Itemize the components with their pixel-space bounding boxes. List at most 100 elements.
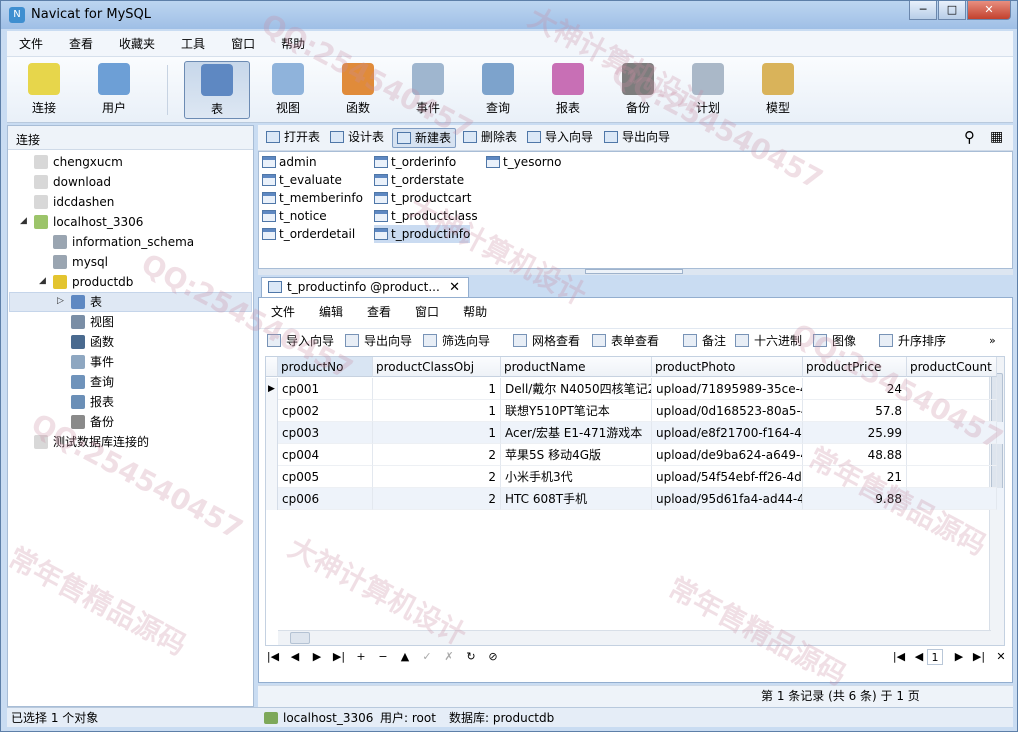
toolbar-user-button[interactable]: 用户 bbox=[81, 61, 147, 119]
toolbar-function-button[interactable]: 函数 bbox=[325, 61, 391, 119]
tab-close-icon[interactable]: ✕ bbox=[449, 278, 460, 297]
table-item[interactable]: t_orderinfo bbox=[374, 153, 456, 171]
import-wizard-button[interactable]: 导入向导 bbox=[523, 128, 597, 148]
nav-prev-icon[interactable]: ◀ bbox=[287, 649, 303, 665]
grid-cell[interactable]: 联想Y510PT笔记本 bbox=[501, 400, 652, 422]
table-item[interactable]: t_notice bbox=[262, 207, 327, 225]
row-indicator[interactable] bbox=[266, 400, 278, 422]
tree-item[interactable]: information_schema bbox=[53, 232, 194, 252]
new-table-button[interactable]: 新建表 bbox=[392, 128, 457, 148]
toolbar-model-button[interactable]: 模型 bbox=[745, 61, 811, 119]
toolbar-event-button[interactable]: 事件 bbox=[395, 61, 461, 119]
col-productclassobj-header[interactable]: productClassObj bbox=[373, 357, 501, 377]
horizontal-scrollbar[interactable] bbox=[278, 630, 991, 645]
nav-last-icon[interactable]: ▶| bbox=[331, 649, 347, 665]
nav-first-icon[interactable]: |◀ bbox=[265, 649, 281, 665]
grid-cell[interactable]: 小米手机3代 bbox=[501, 466, 652, 488]
grid-cell[interactable]: cp004 bbox=[278, 444, 373, 466]
tree-item[interactable]: 备份 bbox=[71, 412, 114, 432]
grid-cell[interactable]: cp005 bbox=[278, 466, 373, 488]
toolbar-overflow-icon[interactable]: » bbox=[989, 332, 996, 350]
grid-cell[interactable]: 1 bbox=[373, 400, 501, 422]
tree-item[interactable]: idcdashen bbox=[34, 192, 114, 212]
nav-prev-page-icon[interactable]: ◀ bbox=[911, 649, 927, 665]
tree-item[interactable]: 函数 bbox=[71, 332, 114, 352]
grid-cell[interactable]: 24 bbox=[803, 378, 907, 400]
grid-cell[interactable]: 苹果5S 移动4G版 bbox=[501, 444, 652, 466]
grid-cell[interactable]: upload/71895989-35ce-4 bbox=[652, 378, 803, 400]
tree-item[interactable]: productdb bbox=[53, 272, 133, 292]
grid-cell[interactable]: 9.88 bbox=[803, 488, 907, 510]
grid-cell[interactable]: cp003 bbox=[278, 422, 373, 444]
grid-cell[interactable]: 21 bbox=[803, 466, 907, 488]
menu-file[interactable]: 文件 bbox=[13, 33, 49, 54]
table-item[interactable]: t_evaluate bbox=[262, 171, 342, 189]
table-item[interactable]: t_yesorno bbox=[486, 153, 561, 171]
table-item[interactable]: t_productinfo bbox=[374, 225, 471, 243]
grid-cell[interactable] bbox=[907, 466, 997, 488]
col-productprice-header[interactable]: productPrice bbox=[803, 357, 907, 377]
tree-item[interactable]: 表 bbox=[71, 292, 102, 312]
filter-button[interactable]: 筛选向导 bbox=[423, 332, 490, 350]
sort-ascending-button[interactable]: 升序排序 bbox=[879, 332, 946, 350]
grid-cell[interactable]: upload/e8f21700-f164-4c bbox=[652, 422, 803, 444]
grid-cell[interactable]: HTC 608T手机 bbox=[501, 488, 652, 510]
toolbar-schedule-button[interactable]: 计划 bbox=[675, 61, 741, 119]
editor-menu-view[interactable]: 查看 bbox=[367, 303, 391, 320]
toolbar-backup-button[interactable]: 备份 bbox=[605, 61, 671, 119]
table-item[interactable]: t_memberinfo bbox=[262, 189, 363, 207]
tree-item[interactable]: 视图 bbox=[71, 312, 114, 332]
row-indicator[interactable] bbox=[266, 488, 278, 510]
maximize-button[interactable]: □ bbox=[938, 1, 966, 20]
nav-first-page-icon[interactable]: |◀ bbox=[889, 649, 909, 665]
tree-item[interactable]: 报表 bbox=[71, 392, 114, 412]
toolbar-view-button[interactable]: 视图 bbox=[255, 61, 321, 119]
grid-cell[interactable]: 25.99 bbox=[803, 422, 907, 444]
editor-menu-file[interactable]: 文件 bbox=[271, 303, 295, 320]
toolbar-query-button[interactable]: 查询 bbox=[465, 61, 531, 119]
toolbar-plug-button[interactable]: 连接 bbox=[11, 61, 77, 119]
add-record-icon[interactable]: + bbox=[353, 649, 369, 665]
page-number-field[interactable]: 1 bbox=[927, 649, 943, 665]
tree-item[interactable]: mysql bbox=[53, 252, 108, 272]
form-view-button[interactable]: 表单查看 bbox=[592, 332, 659, 350]
grid-cell[interactable] bbox=[907, 400, 997, 422]
table-item[interactable]: t_productcart bbox=[374, 189, 471, 207]
tab-productinfo[interactable]: t_productinfo @product... ✕ bbox=[261, 277, 469, 298]
export-button[interactable]: 导出向导 bbox=[345, 332, 412, 350]
col-productno-header[interactable]: productNo bbox=[278, 357, 373, 377]
table-item[interactable]: t_orderdetail bbox=[262, 225, 355, 243]
open-table-button[interactable]: 打开表 bbox=[262, 128, 324, 148]
row-indicator[interactable] bbox=[266, 422, 278, 444]
export-wizard-button[interactable]: 导出向导 bbox=[600, 128, 674, 148]
row-indicator[interactable] bbox=[266, 444, 278, 466]
tree-item[interactable]: download bbox=[34, 172, 111, 192]
table-item[interactable]: t_orderstate bbox=[374, 171, 464, 189]
menu-tools[interactable]: 工具 bbox=[175, 33, 211, 54]
horizontal-scroll-thumb[interactable] bbox=[290, 632, 310, 644]
menu-view[interactable]: 查看 bbox=[63, 33, 99, 54]
close-button[interactable]: ✕ bbox=[967, 1, 1011, 20]
move-up-icon[interactable]: ▲ bbox=[397, 649, 413, 665]
nav-next-icon[interactable]: ▶ bbox=[309, 649, 325, 665]
grid-cell[interactable]: Acer/宏基 E1-471游戏本 bbox=[501, 422, 652, 444]
memo-button[interactable]: 备注 bbox=[683, 332, 726, 350]
editor-menu-edit[interactable]: 编辑 bbox=[319, 303, 343, 320]
menu-favorites[interactable]: 收藏夹 bbox=[113, 33, 161, 54]
splitter-grip[interactable] bbox=[585, 269, 683, 274]
delete-table-button[interactable]: 删除表 bbox=[459, 128, 521, 148]
minimize-button[interactable]: ─ bbox=[909, 1, 937, 20]
grid-cell[interactable]: 48.88 bbox=[803, 444, 907, 466]
grid-cell[interactable] bbox=[907, 378, 997, 400]
grid-view-icon[interactable]: ▦ bbox=[986, 128, 1007, 148]
grid-cell[interactable]: 2 bbox=[373, 444, 501, 466]
current-row-arrow-icon[interactable]: ▶ bbox=[266, 378, 278, 400]
editor-menu-help[interactable]: 帮助 bbox=[463, 303, 487, 320]
grid-cell[interactable]: upload/de9ba624-a649-4 bbox=[652, 444, 803, 466]
collapse-arrow-icon[interactable]: ◢ bbox=[39, 276, 46, 286]
menu-help[interactable]: 帮助 bbox=[275, 33, 311, 54]
grid-cell[interactable]: 2 bbox=[373, 466, 501, 488]
import-button[interactable]: 导入向导 bbox=[267, 332, 334, 350]
grid-cell[interactable]: upload/54f54ebf-ff26-4d bbox=[652, 466, 803, 488]
col-productphoto-header[interactable]: productPhoto bbox=[652, 357, 803, 377]
